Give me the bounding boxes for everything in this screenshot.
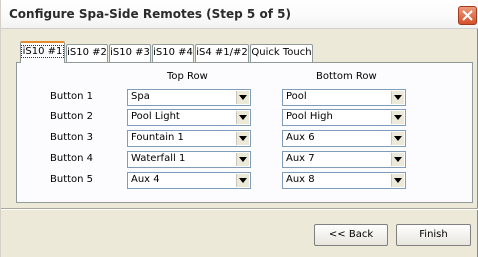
top-row-select-2[interactable]: Pool Light (127, 109, 251, 126)
chevron-down-icon (239, 157, 247, 162)
row-label-button-1: Button 1 (50, 91, 94, 102)
footer-divider (1, 208, 478, 210)
tab-label: Quick Touch (251, 47, 312, 58)
chevron-down-icon (394, 136, 402, 141)
select-value: Aux 4 (131, 174, 160, 185)
tab-is10-4[interactable]: iS10 #4 (152, 44, 194, 62)
window-title: Configure Spa-Side Remotes (Step 5 of 5) (9, 7, 291, 21)
chevron-down-icon (239, 95, 247, 100)
chevron-down-icon (394, 95, 402, 100)
tab-label: iS4 #1/#2 (196, 47, 248, 58)
tab-label: iS10 #4 (153, 47, 193, 58)
dropdown-button[interactable] (236, 153, 249, 166)
dropdown-button[interactable] (391, 91, 404, 104)
dropdown-button[interactable] (391, 132, 404, 145)
select-value: Aux 7 (286, 153, 315, 164)
chevron-down-icon (394, 157, 402, 162)
row-label-button-4: Button 4 (50, 153, 94, 164)
top-row-header: Top Row (167, 71, 208, 82)
tab-label: iS10 #1 (20, 45, 65, 58)
row-label-button-3: Button 3 (50, 132, 94, 143)
tab-is10-1[interactable]: iS10 #1 (20, 41, 65, 63)
select-value: Waterfall 1 (131, 153, 186, 164)
chevron-down-icon (239, 178, 247, 183)
dropdown-button[interactable] (391, 174, 404, 187)
tab-is10-2[interactable]: iS10 #2 (66, 44, 108, 62)
bottom-row-select-1[interactable]: Pool (282, 89, 406, 106)
title-bar: Configure Spa-Side Remotes (Step 5 of 5) (1, 0, 478, 29)
dialog-window: Configure Spa-Side Remotes (Step 5 of 5)… (0, 0, 478, 257)
finish-button[interactable]: Finish (396, 224, 471, 246)
row-label-button-5: Button 5 (50, 174, 94, 185)
dropdown-button[interactable] (236, 91, 249, 104)
tab-is10-3[interactable]: iS10 #3 (109, 44, 151, 62)
bottom-row-select-5[interactable]: Aux 8 (282, 172, 406, 189)
top-row-select-5[interactable]: Aux 4 (127, 172, 251, 189)
dropdown-button[interactable] (236, 111, 249, 124)
dropdown-button[interactable] (236, 132, 249, 145)
dropdown-button[interactable] (391, 153, 404, 166)
select-value: Pool High (286, 111, 333, 122)
bottom-row-select-4[interactable]: Aux 7 (282, 151, 406, 168)
bottom-row-select-3[interactable]: Aux 6 (282, 130, 406, 147)
dropdown-button[interactable] (236, 174, 249, 187)
top-row-select-1[interactable]: Spa (127, 89, 251, 106)
select-value: Aux 8 (286, 174, 315, 185)
close-button[interactable] (458, 6, 477, 25)
select-value: Pool (286, 91, 307, 102)
back-button[interactable]: << Back (314, 224, 388, 246)
select-value: Aux 6 (286, 132, 315, 143)
dropdown-button[interactable] (391, 111, 404, 124)
top-row-select-4[interactable]: Waterfall 1 (127, 151, 251, 168)
tab-label: iS10 #3 (110, 47, 150, 58)
row-label-button-2: Button 2 (50, 111, 94, 122)
tab-label: iS10 #2 (67, 47, 107, 58)
select-value: Pool Light (131, 111, 180, 122)
bottom-row-select-2[interactable]: Pool High (282, 109, 406, 126)
chevron-down-icon (394, 178, 402, 183)
bottom-row-header: Bottom Row (316, 71, 377, 82)
select-value: Spa (131, 91, 150, 102)
close-icon (462, 10, 473, 21)
tab-quick-touch[interactable]: Quick Touch (250, 44, 313, 62)
tab-is4[interactable]: iS4 #1/#2 (195, 44, 249, 62)
chevron-down-icon (394, 115, 402, 120)
chevron-down-icon (239, 136, 247, 141)
select-value: Fountain 1 (131, 132, 184, 143)
chevron-down-icon (239, 115, 247, 120)
top-row-select-3[interactable]: Fountain 1 (127, 130, 251, 147)
